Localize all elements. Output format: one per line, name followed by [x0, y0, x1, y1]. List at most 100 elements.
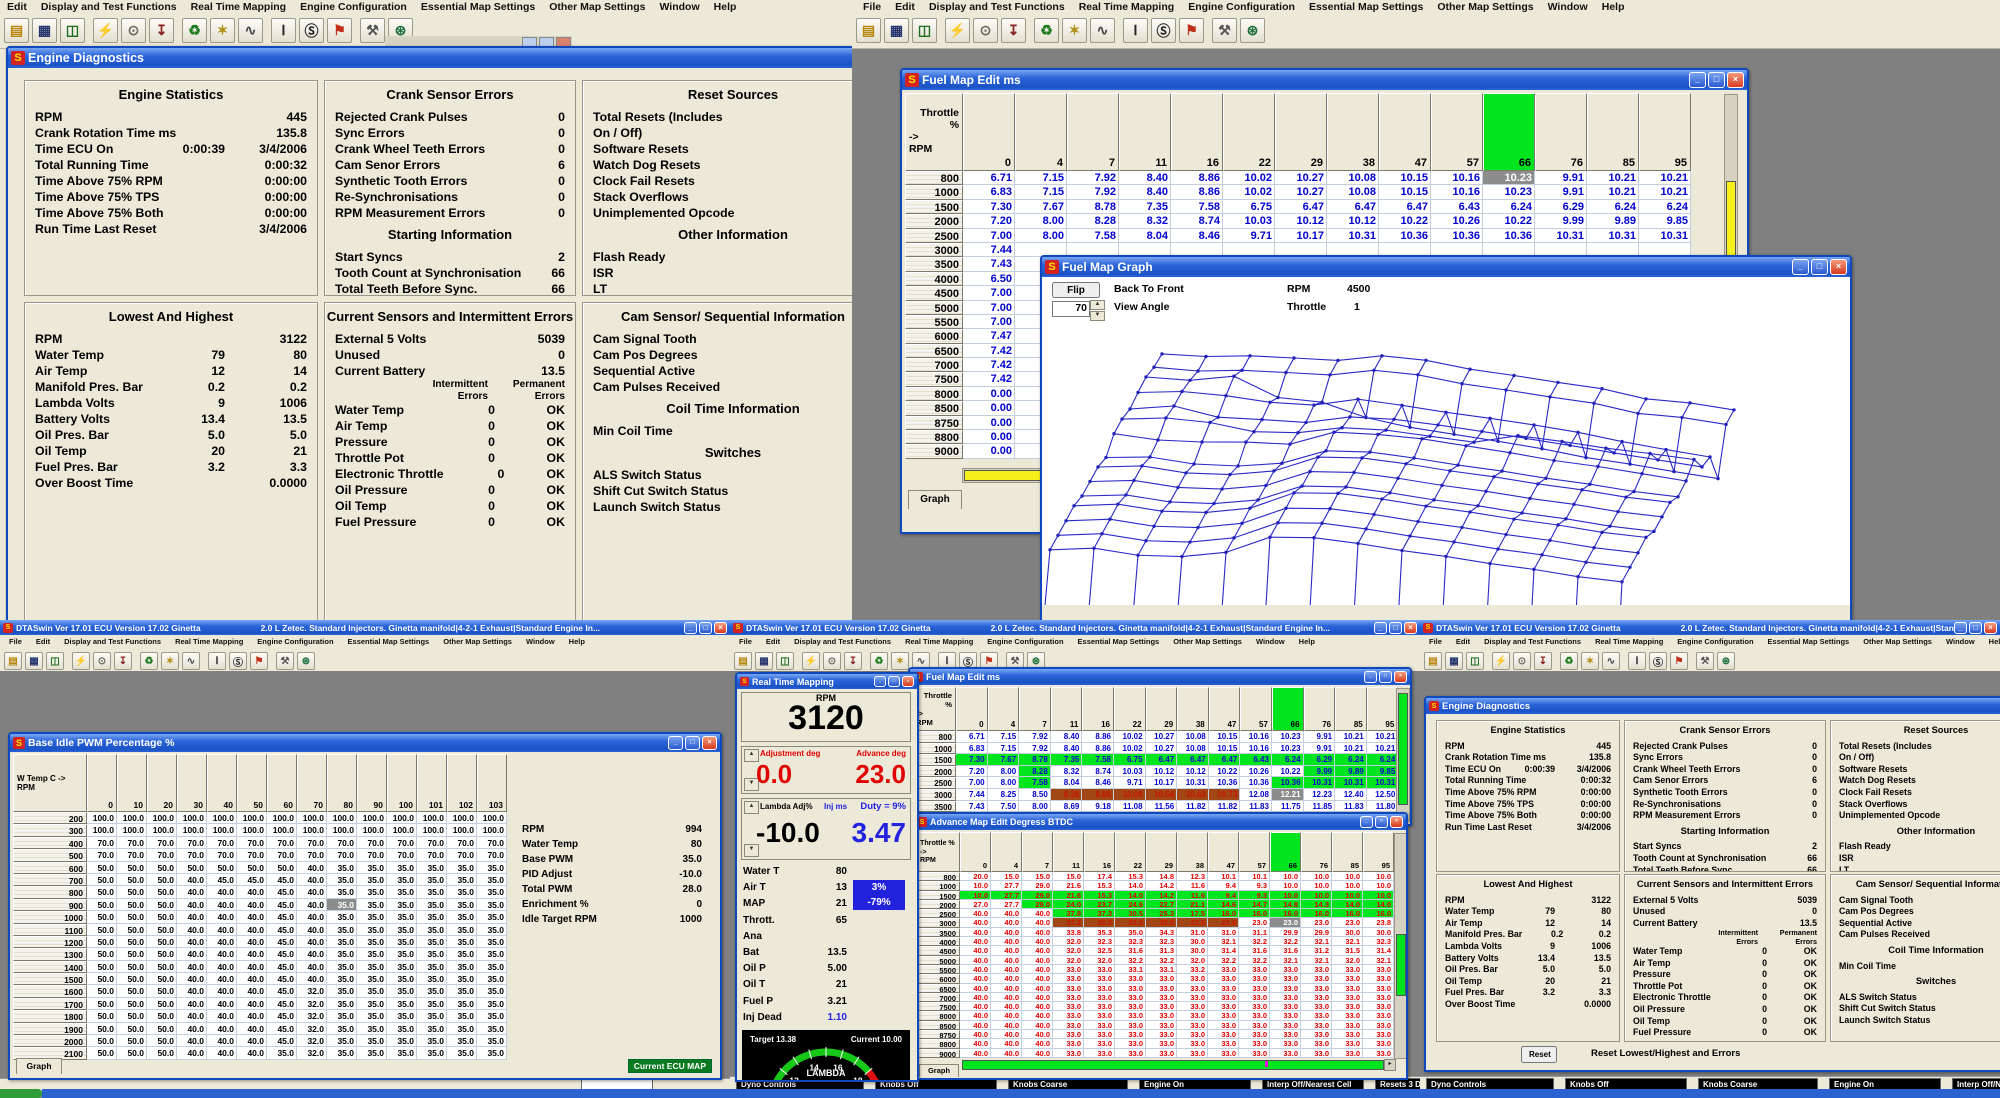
map-cell[interactable]: 10.0 [1270, 881, 1301, 890]
globe-icon[interactable]: ⊛ [297, 652, 315, 670]
compare-maps-icon[interactable]: ◫ [912, 18, 937, 43]
map-cell[interactable]: 40.0 [237, 985, 267, 997]
map-cell[interactable]: 31.6 [1270, 946, 1301, 955]
map-cell[interactable]: 40.0 [1022, 946, 1053, 955]
menu-essential-map-settings[interactable]: Essential Map Settings [414, 1, 542, 13]
col-header-80[interactable]: 80 [327, 754, 357, 812]
scroll-arrow-button[interactable]: ▸ [1384, 1059, 1396, 1071]
map-cell[interactable]: 40.0 [960, 956, 991, 965]
menu-file[interactable]: File [2, 637, 29, 646]
maximize-button[interactable]: □ [685, 736, 700, 750]
map-cell[interactable]: 50.0 [267, 862, 297, 874]
col-header-95[interactable]: 95 [1363, 832, 1394, 872]
map-cell[interactable]: 10.16 [1240, 743, 1272, 755]
map-cell[interactable]: 6.83 [963, 185, 1015, 199]
map-cell[interactable]: 40.0 [991, 1011, 1022, 1020]
map-cell[interactable]: 50.0 [87, 886, 117, 898]
map-cell[interactable]: 33.0 [1177, 1011, 1208, 1020]
app-title-bar[interactable]: SDTASwin Ver 17.01 ECU Version 17.02 Gin… [730, 620, 1420, 635]
map-cell[interactable]: 33.0 [1177, 1039, 1208, 1048]
map-cell[interactable]: 33.0 [1177, 1030, 1208, 1039]
map-cell[interactable]: 33.0 [1084, 974, 1115, 983]
map-cell[interactable]: 50.0 [87, 924, 117, 936]
map-cell[interactable]: 0.00 [963, 387, 1015, 401]
map-cell[interactable]: 8.00 [1019, 801, 1051, 813]
map-cell[interactable]: 10.16 [1431, 171, 1483, 185]
map-cell[interactable]: 10.0 [1301, 881, 1332, 890]
col-header-4[interactable]: 4 [991, 832, 1022, 872]
row-label-1500[interactable]: 1500 [916, 891, 960, 900]
map-cell[interactable]: 7.44 [963, 243, 1015, 257]
menu-edit[interactable]: Edit [888, 1, 922, 13]
map-cell[interactable]: 70.0 [447, 837, 477, 849]
map-cell[interactable]: 40.0 [177, 1047, 207, 1059]
map-cell[interactable]: 27.7 [991, 881, 1022, 890]
map-cell[interactable]: 10.21 [1639, 171, 1691, 185]
map-cell[interactable]: 35.0 [417, 936, 447, 948]
map-cell[interactable]: 6.24 [1639, 200, 1691, 214]
map-cell[interactable]: 23.0 [1270, 918, 1301, 927]
map-cell[interactable]: 33.0 [1239, 1039, 1270, 1048]
map-cell[interactable]: 17.5 [1177, 909, 1208, 918]
map-cell[interactable]: 35.0 [447, 862, 477, 874]
window-engine-diagnostics-title-bar[interactable]: SEngine Diagnostics [1426, 698, 2000, 714]
map-cell[interactable]: 11.80 [1367, 801, 1399, 813]
col-header-11[interactable]: 11 [1051, 687, 1083, 731]
col-header-29[interactable]: 29 [1275, 93, 1327, 171]
recycle-icon[interactable]: ♻ [1034, 18, 1059, 43]
map-cell[interactable]: 33.0 [1208, 993, 1239, 1002]
scroll-thumb[interactable] [1398, 693, 1408, 805]
map-cell[interactable]: 50.0 [87, 862, 117, 874]
map-cell[interactable]: 35.0 [477, 874, 507, 886]
map-cell[interactable]: 10.36 [1272, 777, 1304, 789]
map-cell[interactable]: 50.0 [117, 948, 147, 960]
map-cell[interactable]: 35.0 [357, 1023, 387, 1035]
map-cell[interactable]: 35.0 [477, 1047, 507, 1059]
map-cell[interactable]: 7.00 [963, 229, 1015, 243]
map-cell[interactable]: 33.0 [1270, 1030, 1301, 1039]
map-cell[interactable]: 40.0 [960, 974, 991, 983]
menu-edit[interactable]: Edit [0, 1, 34, 13]
lock-icon[interactable]: ⊙ [121, 18, 146, 43]
map-cell[interactable]: 34.3 [1146, 928, 1177, 937]
map-cell[interactable]: 50.0 [117, 899, 147, 911]
view-angle-input[interactable]: 70 [1052, 301, 1090, 317]
map-cell[interactable]: 45.0 [267, 874, 297, 886]
row-label-1900[interactable]: 1900 [13, 1023, 87, 1035]
map-cell[interactable]: 35.0 [417, 1023, 447, 1035]
map-cell[interactable]: 32.2 [1239, 937, 1270, 946]
menu-display-and-test-functions[interactable]: Display and Test Functions [787, 637, 898, 646]
map-cell[interactable]: 32.0 [297, 1035, 327, 1047]
map-cell[interactable]: 40.0 [1022, 1030, 1053, 1039]
map-cell[interactable]: 70.0 [357, 837, 387, 849]
map-cell[interactable]: 33.0 [1270, 1039, 1301, 1048]
map-cell[interactable]: 33.0 [1115, 974, 1146, 983]
map-cell[interactable]: 6.47 [1275, 200, 1327, 214]
map-cell[interactable]: 33.0 [1115, 1049, 1146, 1058]
map-cell[interactable]: 35.0 [327, 998, 357, 1010]
map-cell[interactable]: 8.78 [1019, 754, 1051, 766]
map-cell[interactable]: 7.67 [1015, 200, 1067, 214]
spark-map-icon[interactable]: Ⓢ [1649, 652, 1667, 670]
menu-window[interactable]: Window [652, 1, 706, 13]
map-cell[interactable]: 33.0 [1363, 974, 1394, 983]
map-cell[interactable]: 35.0 [327, 948, 357, 960]
menu-display-and-test-functions[interactable]: Display and Test Functions [922, 1, 1072, 13]
map-cell[interactable]: 10.73 [1209, 789, 1241, 801]
map-cell[interactable]: 35.0 [477, 1035, 507, 1047]
map-cell[interactable]: 33.0 [1239, 984, 1270, 993]
map-cell[interactable]: 6.24 [1587, 200, 1639, 214]
map-cell[interactable]: 40.0 [177, 936, 207, 948]
map-cell[interactable]: 35.3 [1084, 928, 1115, 937]
map-cell[interactable]: 33.0 [1301, 1030, 1332, 1039]
map-cell[interactable]: 50.0 [117, 924, 147, 936]
map-cell[interactable]: 45.0 [267, 1010, 297, 1022]
download-map-icon[interactable]: ↧ [844, 652, 862, 670]
vertical-scrollbar[interactable] [1396, 688, 1410, 822]
row-label-1000[interactable]: 1000 [916, 881, 960, 890]
map-cell[interactable]: 35.0 [387, 998, 417, 1010]
row-label-5000[interactable]: 5000 [905, 301, 963, 315]
curve-icon[interactable]: ∿ [1090, 18, 1115, 43]
col-header-47[interactable]: 47 [1209, 687, 1241, 731]
map-cell[interactable]: 50.0 [147, 1035, 177, 1047]
